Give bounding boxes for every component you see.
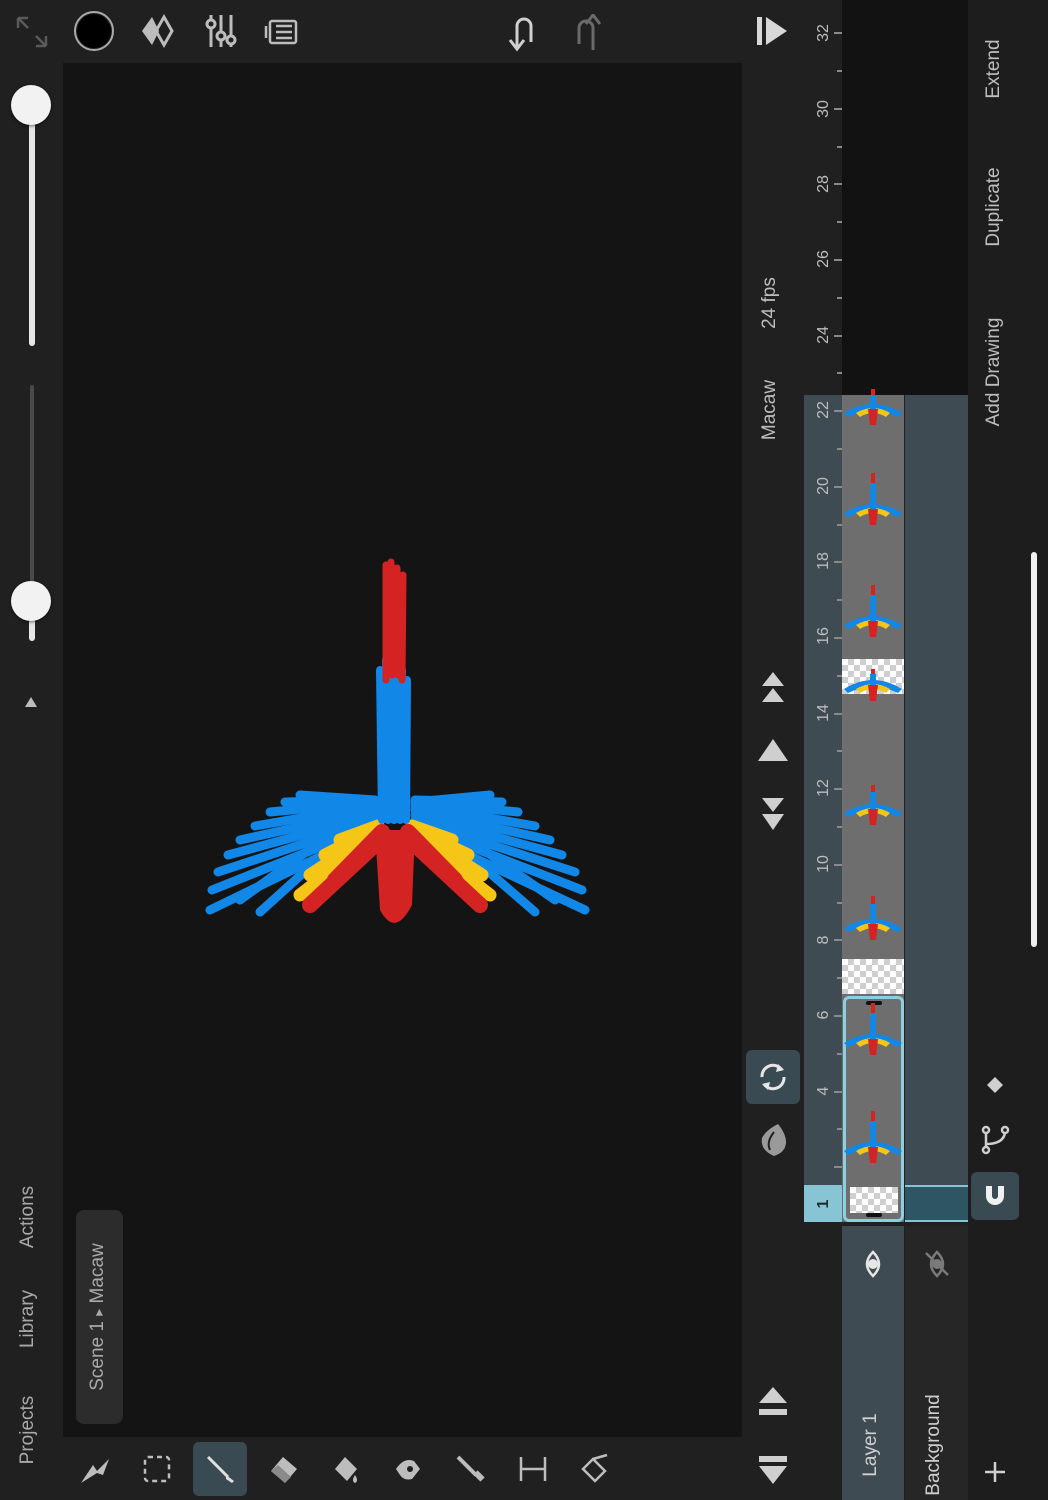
background-frame-track[interactable] [905,395,968,1222]
ruler-tick [834,32,842,35]
sliders-icon[interactable] [203,12,239,50]
ruler-tick [834,939,842,942]
step-up-icon[interactable] [756,737,790,763]
brush-size-track[interactable] [29,104,35,346]
selected-frame-block[interactable] [843,996,904,1222]
eraser-tool-icon[interactable] [256,1442,310,1496]
breadcrumb-text[interactable]: Scene 1 ▸ Macaw [87,1218,113,1416]
frame-number-28: 28 [815,175,832,193]
eject-up-icon[interactable] [756,1385,790,1421]
menu-library[interactable]: Library [17,1259,43,1379]
jump-up-double-icon[interactable] [758,670,788,704]
frame-number-6: 6 [815,1010,832,1020]
duplicate-button[interactable]: Duplicate [983,142,1009,272]
frame-cell-empty [850,1187,898,1213]
frame-number-8: 8 [815,935,832,945]
ruler-tick [834,788,842,791]
layer-1-header[interactable]: Layer 1 [842,1226,904,1500]
ruler-tick [834,712,842,715]
smudge-tool-icon[interactable] [381,1442,435,1496]
ruler-tick [834,863,842,866]
frame-cell-empty[interactable] [842,659,904,694]
background-layer-header[interactable]: Background [905,1226,968,1500]
ruler-tick [834,107,842,110]
fill-bucket-icon[interactable] [318,1442,372,1496]
marquee-select-icon[interactable] [130,1442,184,1496]
frame-number-4: 4 [815,1086,832,1096]
play-icon[interactable] [753,12,791,50]
background-current-frame[interactable] [905,1185,968,1222]
drag-handle-top[interactable] [866,1001,882,1005]
scrollbar[interactable] [1031,552,1037,947]
frame-number-32: 32 [815,24,832,42]
breadcrumb: Scene 1 ▸ Macaw [76,1210,123,1424]
brush-size-knob[interactable] [11,85,51,125]
opacity-track-empty[interactable] [30,385,34,601]
arrow-tool-icon[interactable] [68,1442,122,1496]
breadcrumb-project[interactable]: Macaw [87,1243,108,1303]
frame-number-18: 18 [815,552,832,570]
magnet-icon[interactable] [971,1172,1019,1220]
ruler-tick [834,183,842,186]
ruler-tick [834,1015,842,1017]
ruler-tick [834,637,842,639]
frame-number-26: 26 [815,250,832,268]
ruler-tick [834,334,842,337]
breadcrumb-separator: ▸ [90,1308,106,1316]
brush-tool-icon[interactable] [193,1442,247,1496]
frame-number-16: 16 [815,627,832,645]
opacity-knob[interactable] [11,581,51,621]
ruler-tick [834,410,842,413]
ruler-tick [834,485,842,488]
frame-number-22: 22 [815,401,832,419]
redo-icon[interactable] [568,14,604,54]
color-swatch[interactable] [74,11,114,51]
undo-icon[interactable] [506,12,542,52]
frame-cell-empty[interactable] [842,959,904,994]
eject-down-icon[interactable] [756,1452,790,1488]
frame-ruler[interactable]: 1 4 6 8 10 12 14 16 18 20 22 24 26 28 30… [804,0,842,1222]
frame-number-12: 12 [815,779,832,797]
current-frame-number: 1 [815,1199,832,1209]
eye-hidden-icon[interactable] [923,1250,951,1278]
eyedropper-icon[interactable] [443,1442,497,1496]
eye-icon[interactable] [859,1250,887,1278]
empty-track-area [842,0,968,395]
add-layer-icon[interactable] [983,1460,1007,1484]
drag-handle-bottom[interactable] [866,1213,882,1217]
ruler-tick [834,1090,842,1093]
pen-tool-icon[interactable] [568,1442,622,1496]
layer-1-name: Layer 1 [860,1413,881,1477]
frame-number-30: 30 [815,100,832,118]
timeline-title: Macaw [759,379,780,441]
caret-up-icon[interactable] [23,694,39,710]
frame-number-24: 24 [815,326,832,344]
ruler-tick [834,561,842,564]
layers-stack-icon[interactable] [264,14,300,50]
frame-number-10: 10 [815,855,832,873]
text-tool-icon[interactable] [506,1442,560,1496]
background-layer-name: Background [923,1394,944,1496]
onion-diamond-icon[interactable] [138,12,176,50]
onion-skin-icon[interactable] [756,1120,792,1160]
branch-icon[interactable] [979,1124,1011,1156]
macaw-drawing [200,550,600,955]
frame-number-20: 20 [815,477,832,495]
jump-down-double-icon[interactable] [758,796,788,832]
add-drawing-button[interactable]: Add Drawing [983,307,1009,437]
menu-projects[interactable]: Projects [17,1370,43,1490]
extend-button[interactable]: Extend [983,4,1009,134]
fps-label[interactable]: 24 fps [759,247,785,359]
ruler-tick [834,1166,842,1169]
breadcrumb-scene[interactable]: Scene 1 [87,1321,108,1391]
expand-icon[interactable] [14,14,50,50]
color-swatch-fill [77,14,111,48]
frame-number-14: 14 [815,704,832,722]
ruler-tick [834,259,842,261]
keyframe-diamond-icon[interactable] [985,1075,1005,1095]
loop-icon[interactable] [746,1050,800,1104]
